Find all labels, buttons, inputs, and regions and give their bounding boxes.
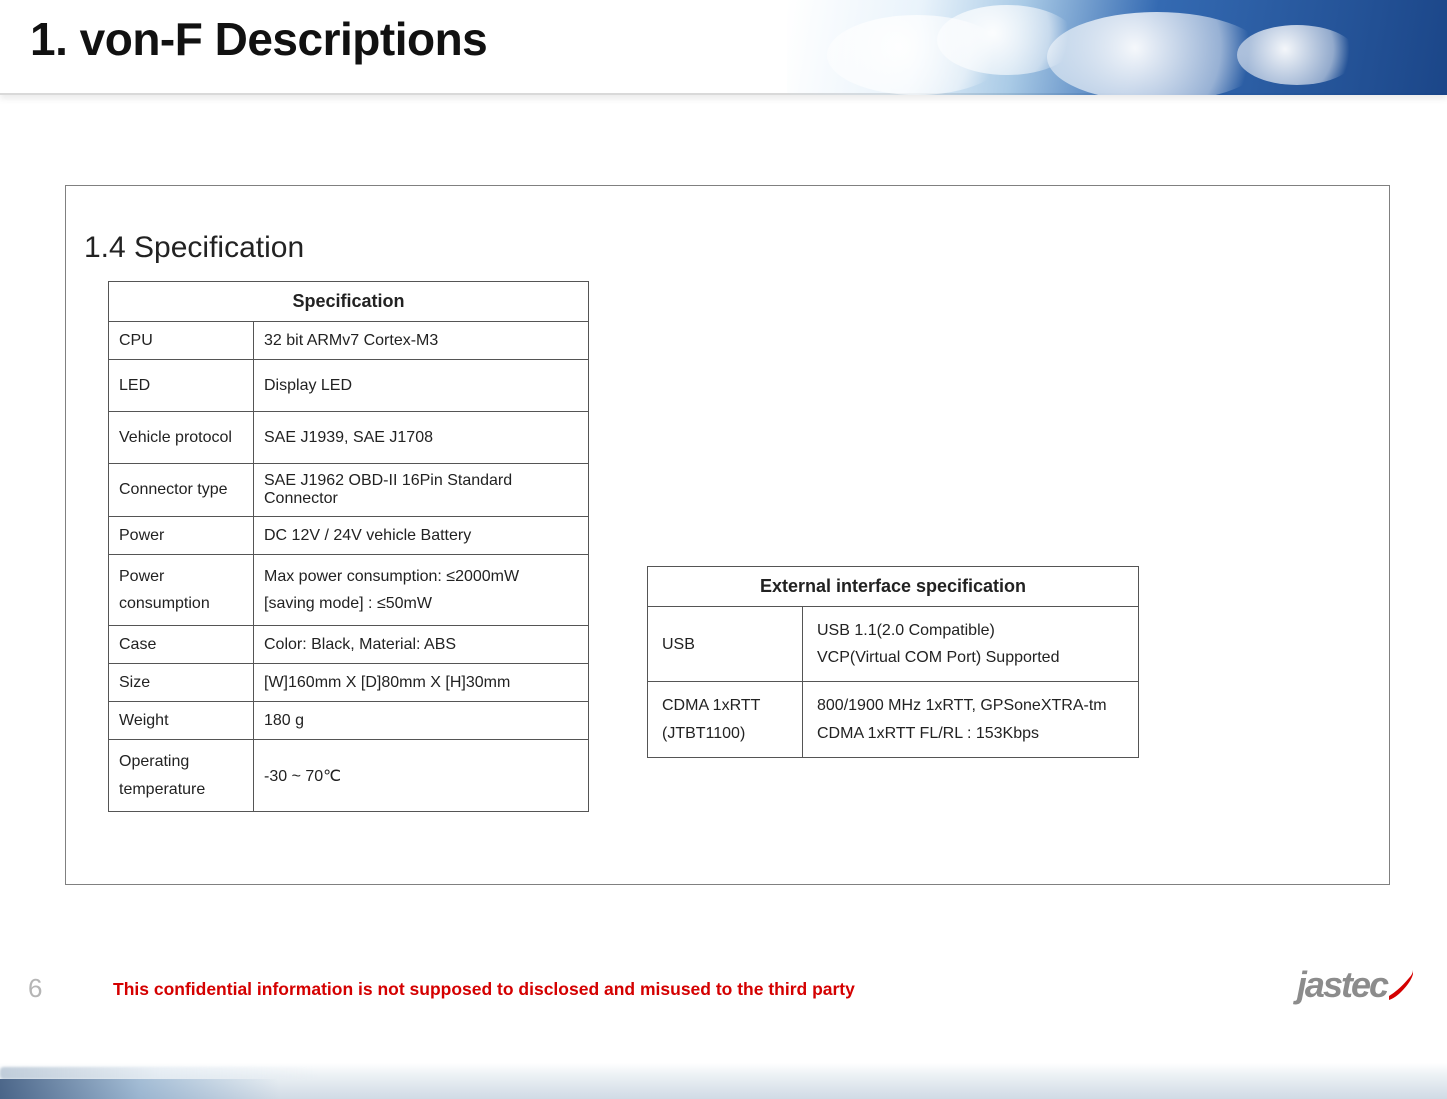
table-row: Size [W]160mm X [D]80mm X [H]30mm xyxy=(109,664,589,702)
spec-value: Color: Black, Material: ABS xyxy=(254,626,589,664)
content-frame: 1.4 Specification Specification CPU 32 b… xyxy=(65,185,1390,885)
table-row: Vehicle protocol SAE J1939, SAE J1708 xyxy=(109,412,589,464)
table-row: Power DC 12V / 24V vehicle Battery xyxy=(109,517,589,555)
spec-value: 180 g xyxy=(254,702,589,740)
table-row: CPU 32 bit ARMv7 Cortex-M3 xyxy=(109,322,589,360)
logo-swoosh-icon xyxy=(1387,968,1415,1002)
spec-label: Case xyxy=(109,626,254,664)
external-interface-table: External interface specification USB USB… xyxy=(647,566,1139,758)
spec-value: 32 bit ARMv7 Cortex-M3 xyxy=(254,322,589,360)
spec-label: Operating temperature xyxy=(109,740,254,811)
page-title: 1. von-F Descriptions xyxy=(30,12,487,66)
ext-label-line: (JTBT1100) xyxy=(662,720,788,747)
spec-label: Power consumption xyxy=(109,555,254,626)
spec-value-line: [saving mode] : ≤50mW xyxy=(264,590,578,617)
spec-label: Power xyxy=(109,517,254,555)
spec-value: Max power consumption: ≤2000mW [saving m… xyxy=(254,555,589,626)
table-row: Weight 180 g xyxy=(109,702,589,740)
table-row: Power consumption Max power consumption:… xyxy=(109,555,589,626)
ext-value: 800/1900 MHz 1xRTT, GPSoneXTRA-tm CDMA 1… xyxy=(803,682,1139,757)
ext-value: USB 1.1(2.0 Compatible) VCP(Virtual COM … xyxy=(803,607,1139,682)
ext-value-line: 800/1900 MHz 1xRTT, GPSoneXTRA-tm xyxy=(817,692,1124,719)
ext-value-line: USB 1.1(2.0 Compatible) xyxy=(817,617,1124,644)
ext-label: USB xyxy=(648,607,803,682)
slide-footer: 6 This confidential information is not s… xyxy=(0,979,1447,1099)
spec-value: SAE J1939, SAE J1708 xyxy=(254,412,589,464)
ext-table-header: External interface specification xyxy=(648,567,1139,607)
spec-value-line: Max power consumption: ≤2000mW xyxy=(264,563,578,590)
table-row: Connector type SAE J1962 OBD-II 16Pin St… xyxy=(109,464,589,517)
spec-value: DC 12V / 24V vehicle Battery xyxy=(254,517,589,555)
footer-edge-decoration xyxy=(0,1067,320,1079)
ext-value-line: CDMA 1xRTT FL/RL : 153Kbps xyxy=(817,720,1124,747)
spec-label: Vehicle protocol xyxy=(109,412,254,464)
spec-value: Display LED xyxy=(254,360,589,412)
section-title: 1.4 Specification xyxy=(84,231,304,265)
spec-label: LED xyxy=(109,360,254,412)
specification-table: Specification CPU 32 bit ARMv7 Cortex-M3… xyxy=(108,281,589,812)
spec-value: SAE J1962 OBD-II 16Pin Standard Connecto… xyxy=(254,464,589,517)
spec-label: Weight xyxy=(109,702,254,740)
logo-text: jastec xyxy=(1297,964,1387,1006)
spec-label: Size xyxy=(109,664,254,702)
spec-table-header: Specification xyxy=(109,282,589,322)
footer-edge-decoration xyxy=(0,1079,280,1099)
table-row: Operating temperature -30 ~ 70℃ xyxy=(109,740,589,811)
spec-value: -30 ~ 70℃ xyxy=(254,740,589,811)
ext-value-line: VCP(Virtual COM Port) Supported xyxy=(817,644,1124,671)
table-row: USB USB 1.1(2.0 Compatible) VCP(Virtual … xyxy=(648,607,1139,682)
page-number: 6 xyxy=(28,973,42,1004)
slide-header: 1. von-F Descriptions xyxy=(0,0,1447,95)
table-row: Case Color: Black, Material: ABS xyxy=(109,626,589,664)
ext-label: CDMA 1xRTT (JTBT1100) xyxy=(648,682,803,757)
confidential-notice: This confidential information is not sup… xyxy=(113,979,855,1000)
spec-label: CPU xyxy=(109,322,254,360)
spec-value: [W]160mm X [D]80mm X [H]30mm xyxy=(254,664,589,702)
spec-label: Connector type xyxy=(109,464,254,517)
jastec-logo: jastec xyxy=(1297,964,1415,1006)
table-row: CDMA 1xRTT (JTBT1100) 800/1900 MHz 1xRTT… xyxy=(648,682,1139,757)
table-row: LED Display LED xyxy=(109,360,589,412)
ext-label-line: CDMA 1xRTT xyxy=(662,692,788,719)
header-sky-decoration xyxy=(787,0,1447,95)
